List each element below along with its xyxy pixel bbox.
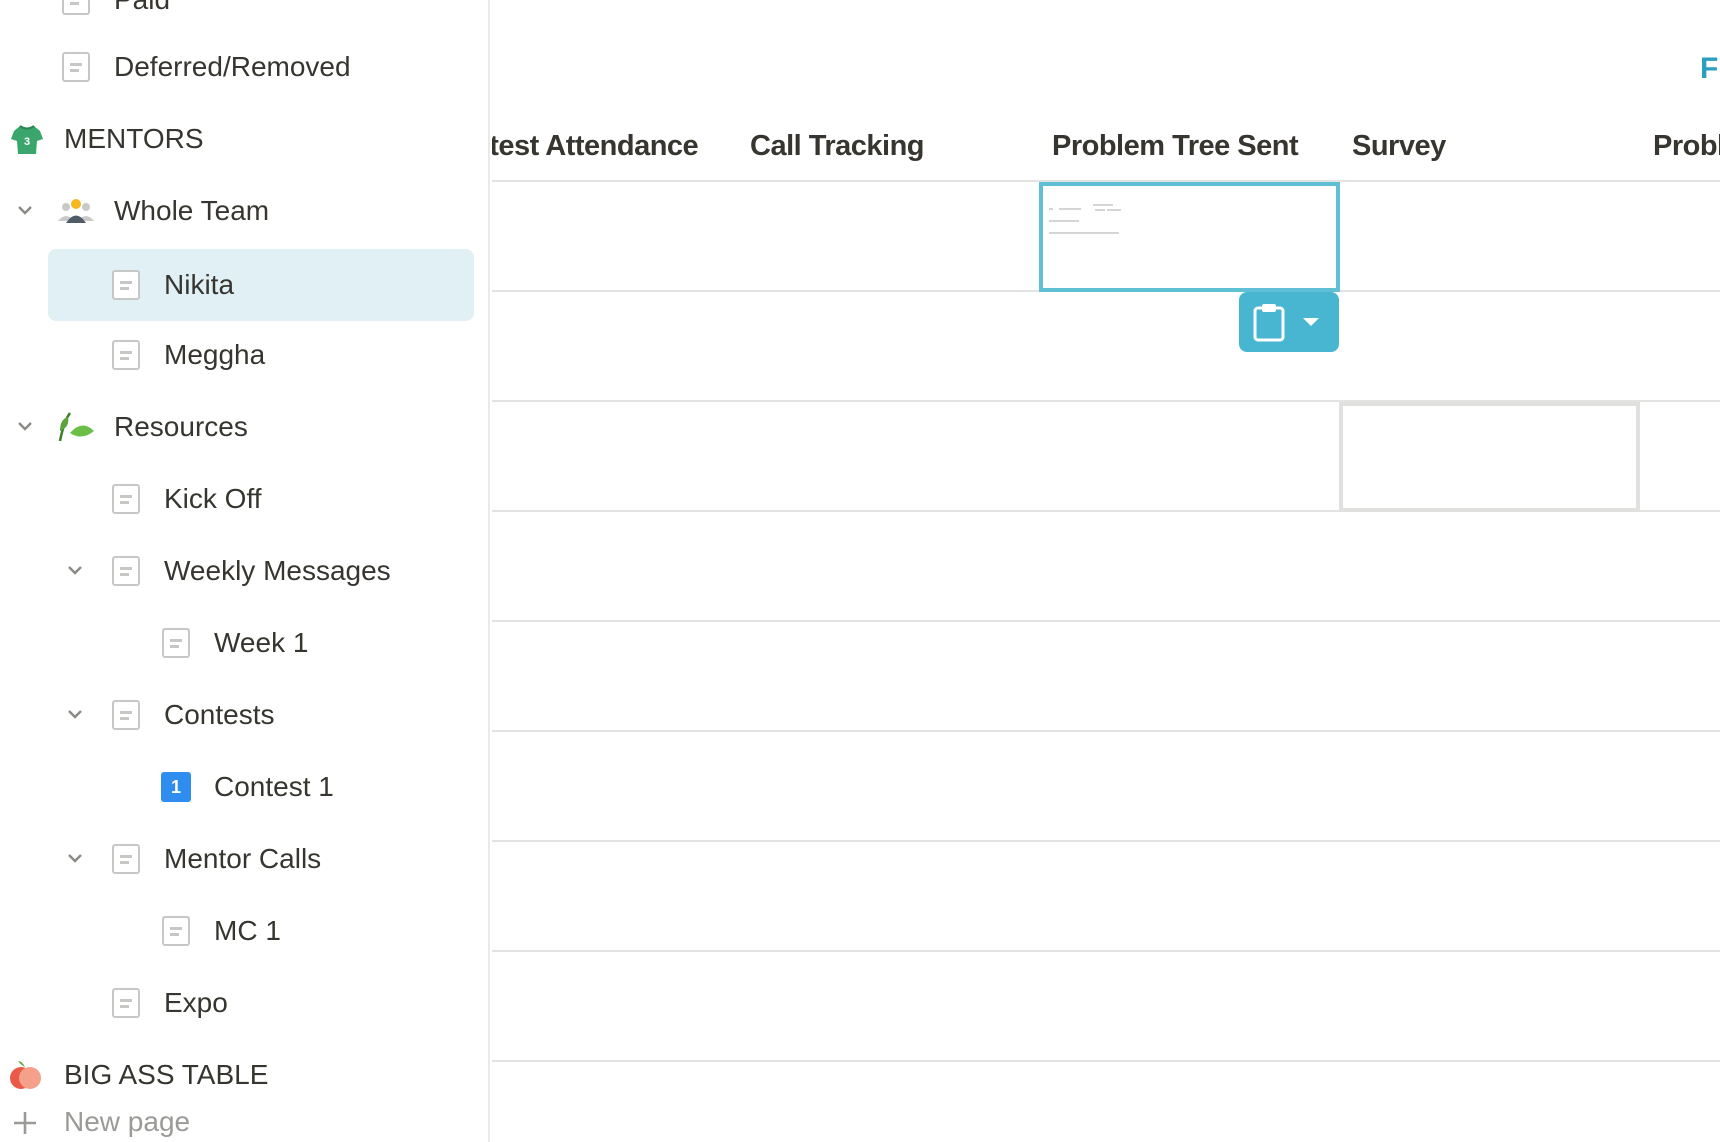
sidebar-item-contests[interactable]: Contests (0, 679, 488, 751)
sidebar-item-label: Contest 1 (214, 771, 334, 802)
page-icon (112, 340, 140, 370)
page-icon (112, 700, 140, 730)
chevron-down-icon[interactable] (66, 705, 84, 723)
page-icon (112, 270, 140, 300)
sidebar-item-label: MC 1 (214, 915, 281, 946)
sidebar-item-kick-off[interactable]: Kick Off (0, 463, 488, 535)
sidebar-item-mentor-calls[interactable]: Mentor Calls (0, 823, 488, 895)
sidebar-item-label: Whole Team (114, 195, 270, 226)
sidebar-item-nikita[interactable]: Nikita (0, 249, 488, 321)
clipboard-icon (1253, 304, 1285, 342)
page-icon (112, 484, 140, 514)
sidebar-item-label: Expo (164, 987, 228, 1018)
sidebar-item-label: Week 1 (214, 627, 309, 658)
sidebar-item-label: Resources (114, 411, 248, 442)
row-divider (492, 1060, 1720, 1062)
column-header-survey[interactable]: Survey (1352, 130, 1446, 174)
table-cell-survey[interactable] (1339, 402, 1640, 512)
page-icon (62, 0, 90, 15)
shirt-icon: 3 (11, 125, 43, 154)
sidebar-item-contest-1[interactable]: 1 Contest 1 (0, 751, 488, 823)
chevron-down-icon[interactable] (66, 849, 84, 867)
page-icon (112, 844, 140, 874)
chevron-down-icon[interactable] (16, 201, 34, 219)
sidebar-item-whole-team[interactable]: Whole Team (0, 175, 488, 247)
team-icon (58, 199, 94, 223)
sidebar-item-label: Nikita (164, 269, 235, 300)
new-page-button[interactable]: New page (0, 1086, 488, 1142)
sidebar-item-label: Weekly Messages (164, 555, 391, 586)
page-icon (162, 628, 190, 658)
sidebar-item-label: Kick Off (164, 483, 262, 514)
sidebar-item-label: Mentor Calls (164, 843, 322, 874)
sidebar-item-label: Meggha (164, 339, 266, 370)
chevron-down-icon[interactable] (66, 561, 84, 579)
plus-icon (14, 1112, 36, 1134)
sidebar-item-mc-1[interactable]: MC 1 (0, 895, 488, 967)
file-thumbnail[interactable] (1049, 198, 1133, 248)
leaf-icon (58, 412, 94, 442)
column-header-problem-tree-sent[interactable]: Problem Tree Sent (1052, 130, 1299, 174)
sidebar: Paid Deferred/Removed 3 MENTORS Whole Te… (0, 0, 490, 1142)
sidebar-item-label: Deferred/Removed (114, 51, 351, 82)
sidebar-item-expo[interactable]: Expo (0, 967, 488, 1039)
row-divider (492, 840, 1720, 842)
sidebar-item-meggha[interactable]: Meggha (0, 319, 488, 391)
sidebar-item-week-1[interactable]: Week 1 (0, 607, 488, 679)
chevron-down-icon[interactable] (16, 417, 34, 435)
paste-dropdown-button[interactable] (1239, 292, 1339, 352)
page-icon (162, 916, 190, 946)
new-page-label: New page (64, 1106, 191, 1137)
sidebar-item-mentors[interactable]: 3 MENTORS (0, 103, 488, 175)
row-divider (492, 950, 1720, 952)
shirt-number: 3 (24, 136, 30, 148)
sidebar-item-deferred-removed[interactable]: Deferred/Removed (0, 31, 488, 103)
row-divider (492, 730, 1720, 732)
sidebar-item-weekly-messages[interactable]: Weekly Messages (0, 535, 488, 607)
number-one-icon: 1 (161, 772, 191, 802)
caret-down-icon (1303, 318, 1319, 326)
row-divider (492, 620, 1720, 622)
sidebar-item-label: MENTORS (64, 123, 204, 154)
page-icon (112, 556, 140, 586)
page-icon (112, 988, 140, 1018)
column-header-contest-attendance[interactable]: ntest Attendance (492, 130, 699, 174)
column-header-problem[interactable]: Proble (1653, 130, 1720, 174)
page-icon (62, 52, 90, 82)
filter-link[interactable]: Fi (1700, 52, 1720, 86)
selected-cell-problem-tree[interactable] (1039, 182, 1340, 292)
table-view: Fi ntest Attendance Call Tracking Proble… (492, 0, 1720, 1142)
column-header-call-tracking[interactable]: Call Tracking (750, 130, 925, 174)
sidebar-item-resources[interactable]: Resources (0, 391, 488, 463)
sidebar-item-label: Contests (164, 699, 275, 730)
